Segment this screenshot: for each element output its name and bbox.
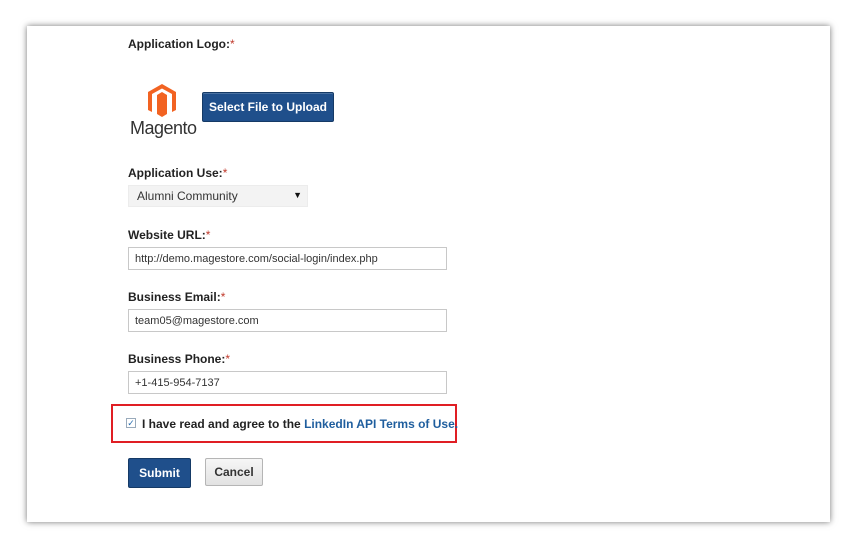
- agreement-label: I have read and agree to the: [142, 417, 305, 431]
- application-use-value: Alumni Community: [137, 189, 238, 203]
- agree-checkbox[interactable]: ✓: [126, 418, 136, 428]
- website-url-label: Website URL:*: [128, 228, 211, 242]
- business-email-label: Business Email:*: [128, 290, 226, 304]
- business-email-field[interactable]: team05@magestore.com: [128, 309, 447, 332]
- terms-link[interactable]: LinkedIn API Terms of Use.: [304, 417, 458, 431]
- application-use-label: Application Use:*: [128, 166, 228, 180]
- chevron-down-icon: ▼: [293, 190, 302, 200]
- website-url-field[interactable]: http://demo.magestore.com/social-login/i…: [128, 247, 447, 270]
- business-phone-label: Business Phone:*: [128, 352, 231, 366]
- select-file-button[interactable]: Select File to Upload: [202, 92, 334, 122]
- magento-wordmark: Magento: [130, 118, 197, 138]
- submit-button[interactable]: Submit: [128, 458, 191, 488]
- business-phone-field[interactable]: +1-415-954-7137: [128, 371, 447, 394]
- application-use-select[interactable]: Alumni Community ▼: [128, 185, 308, 207]
- cancel-button[interactable]: Cancel: [205, 458, 263, 486]
- application-logo-label: Application Logo:*: [128, 37, 235, 51]
- agreement-text: I have read and agree to the LinkedIn AP…: [142, 417, 458, 431]
